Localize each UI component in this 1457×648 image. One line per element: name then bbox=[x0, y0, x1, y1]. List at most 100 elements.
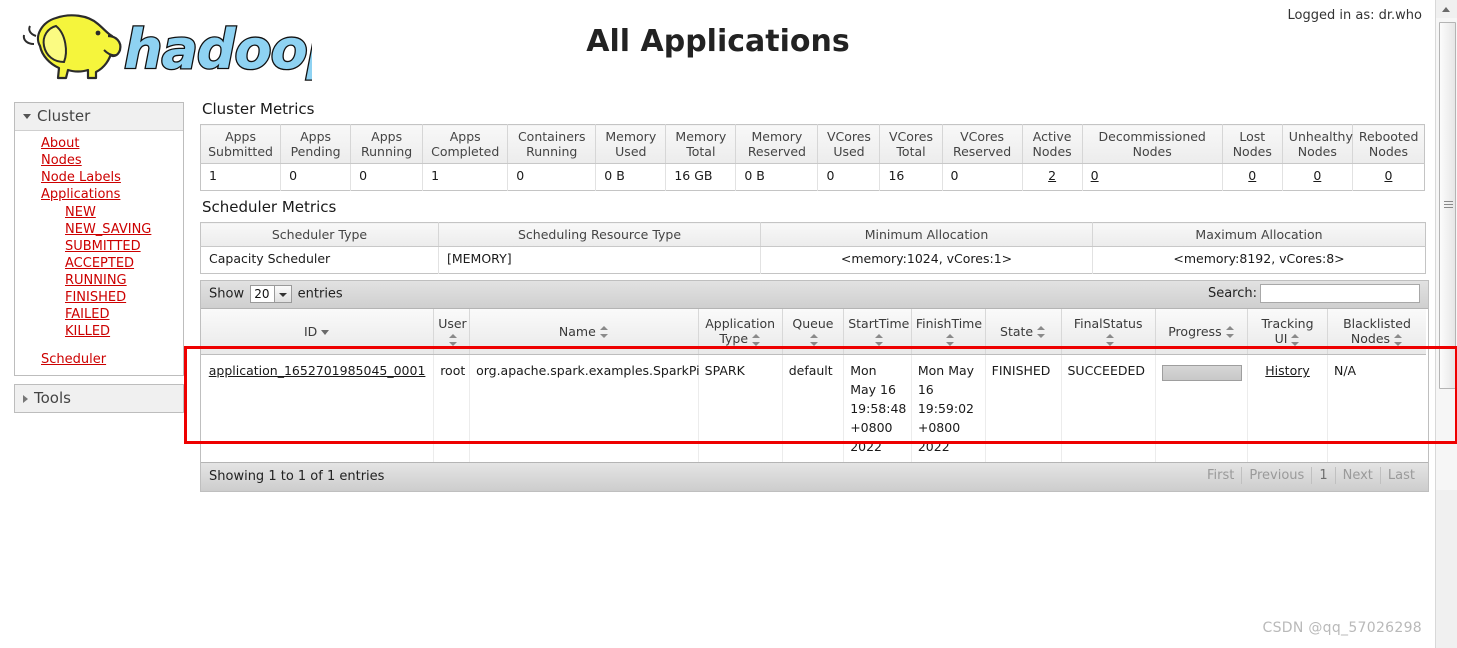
decommissioned-nodes-link[interactable]: 0 bbox=[1091, 168, 1099, 183]
col-queue[interactable]: Queue bbox=[782, 309, 845, 355]
sidebar-item-new[interactable]: NEW bbox=[65, 205, 96, 220]
cell-queue: default bbox=[782, 354, 845, 462]
col-memory-total: Memory Total bbox=[665, 124, 737, 164]
sidebar-item-applications[interactable]: Applications bbox=[41, 187, 120, 202]
pagination-first[interactable]: First bbox=[1200, 467, 1241, 484]
cell-application-type: SPARK bbox=[698, 354, 783, 462]
cell-apps-running: 0 bbox=[350, 163, 424, 191]
col-maximum-allocation: Maximum Allocation bbox=[1092, 222, 1426, 247]
list-item: RUNNING bbox=[65, 273, 183, 289]
sidebar-item-finished[interactable]: FINISHED bbox=[65, 290, 126, 305]
sort-both-icon bbox=[945, 333, 955, 346]
cell-maximum-allocation: <memory:8192, vCores:8> bbox=[1173, 251, 1345, 266]
datatable-info: Showing 1 to 1 of 1 entries bbox=[209, 469, 385, 484]
application-id-link[interactable]: application_1652701985045_0001 bbox=[209, 363, 426, 378]
pagination-page-1[interactable]: 1 bbox=[1311, 467, 1334, 484]
col-id[interactable]: ID bbox=[201, 309, 435, 355]
sidebar-item-node-labels[interactable]: Node Labels bbox=[41, 170, 121, 185]
sidebar-tools-block: Tools bbox=[14, 384, 184, 413]
cell-finalstatus: SUCCEEDED bbox=[1061, 354, 1156, 462]
tracking-ui-link[interactable]: History bbox=[1265, 363, 1309, 378]
sidebar-item-killed[interactable]: KILLED bbox=[65, 324, 110, 339]
scheduler-metrics-title: Scheduler Metrics bbox=[202, 198, 337, 216]
sort-both-icon bbox=[1225, 326, 1235, 338]
cell-progress bbox=[1155, 354, 1249, 462]
cell-apps-completed: 1 bbox=[422, 163, 509, 191]
sidebar-item-failed[interactable]: FAILED bbox=[65, 307, 109, 322]
col-name[interactable]: Name bbox=[469, 309, 699, 355]
table-row[interactable]: application_1652701985045_0001 root org.… bbox=[201, 354, 1426, 462]
logged-in-label: Logged in as: dr.who bbox=[1287, 8, 1422, 23]
rebooted-nodes-link[interactable]: 0 bbox=[1384, 168, 1392, 183]
cell-state: FINISHED bbox=[985, 354, 1062, 462]
chevron-right-icon bbox=[23, 394, 28, 403]
col-user[interactable]: User bbox=[433, 309, 471, 355]
sidebar-app-states: NEW NEW_SAVING SUBMITTED ACCEPTED RUNNIN… bbox=[41, 205, 183, 340]
cluster-metrics-table: Apps Submitted Apps Pending Apps Running Ap… bbox=[200, 124, 1425, 191]
cell-rebooted-nodes: 0 bbox=[1352, 164, 1424, 191]
entries-label: entries bbox=[297, 286, 343, 302]
sidebar-item-about[interactable]: About bbox=[41, 136, 79, 151]
cell-memory-total: 16 GB bbox=[665, 163, 737, 191]
sidebar-item-scheduler[interactable]: Scheduler bbox=[41, 352, 106, 367]
sidebar-item-accepted[interactable]: ACCEPTED bbox=[65, 256, 134, 271]
lost-nodes-link[interactable]: 0 bbox=[1248, 168, 1256, 183]
sidebar-cluster-header[interactable]: Cluster bbox=[15, 103, 183, 131]
col-finalstatus[interactable]: FinalStatus bbox=[1061, 309, 1156, 355]
browser-scrollbar[interactable] bbox=[1435, 0, 1457, 648]
col-starttime[interactable]: StartTime bbox=[843, 309, 912, 355]
chevron-down-icon bbox=[273, 286, 291, 302]
sidebar-item-running[interactable]: RUNNING bbox=[65, 273, 127, 288]
col-finishtime[interactable]: FinishTime bbox=[911, 309, 986, 355]
active-nodes-link[interactable]: 2 bbox=[1048, 168, 1056, 183]
col-state[interactable]: State bbox=[985, 309, 1062, 355]
watermark-label: CSDN @qq_57026298 bbox=[1262, 620, 1422, 636]
sidebar-tools-label: Tools bbox=[34, 389, 71, 407]
sidebar-item-nodes[interactable]: Nodes bbox=[41, 153, 82, 168]
chevron-down-icon bbox=[23, 114, 31, 119]
col-application-type[interactable]: Application Type bbox=[698, 309, 783, 355]
unhealthy-nodes-link[interactable]: 0 bbox=[1313, 168, 1321, 183]
cell-vcores-reserved: 0 bbox=[942, 163, 1023, 191]
col-tracking-ui[interactable]: Tracking UI bbox=[1247, 309, 1328, 355]
pagination-next[interactable]: Next bbox=[1334, 467, 1380, 484]
list-item: KILLED bbox=[65, 324, 183, 340]
sort-both-icon bbox=[449, 333, 458, 346]
sidebar-cluster-label: Cluster bbox=[37, 107, 91, 125]
entries-select[interactable]: 20 bbox=[250, 285, 292, 303]
sort-both-icon bbox=[1037, 326, 1046, 338]
cell-tracking-ui: History bbox=[1247, 354, 1328, 462]
scrollbar-thumb[interactable] bbox=[1439, 22, 1456, 389]
entries-select-value: 20 bbox=[254, 287, 270, 301]
col-minimum-allocation: Minimum Allocation bbox=[760, 222, 1093, 247]
col-apps-completed: Apps Completed bbox=[422, 124, 509, 164]
datatable-toolbar: Show 20 entries Search: bbox=[201, 281, 1428, 309]
sidebar-cluster-list: About Nodes Node Labels Applications NEW… bbox=[15, 136, 183, 368]
col-progress[interactable]: Progress bbox=[1155, 309, 1249, 355]
pagination-last[interactable]: Last bbox=[1379, 467, 1422, 484]
search-input[interactable] bbox=[1260, 284, 1420, 303]
col-vcores-total: VCores Total bbox=[879, 124, 943, 164]
cell-name: org.apache.spark.examples.SparkPi bbox=[469, 354, 700, 462]
cell-unhealthy-nodes: 0 bbox=[1282, 163, 1353, 191]
list-item: NEW bbox=[65, 205, 183, 221]
cell-user: root bbox=[433, 354, 471, 462]
col-blacklisted-nodes[interactable]: Blacklisted Nodes bbox=[1327, 309, 1426, 355]
cell-finishtime: Mon May 16 19:59:02 +0800 2022 bbox=[911, 354, 986, 462]
sidebar-item-new-saving[interactable]: NEW_SAVING bbox=[65, 222, 151, 237]
cell-apps-pending: 0 bbox=[280, 163, 352, 191]
col-decommissioned-nodes: Decommissioned Nodes bbox=[1082, 124, 1223, 164]
sidebar-item-submitted[interactable]: SUBMITTED bbox=[65, 239, 141, 254]
table-header-row: Scheduler Type Scheduling Resource Type … bbox=[200, 222, 1426, 247]
cell-scheduler-type: Capacity Scheduler bbox=[200, 246, 439, 274]
cell-starttime: Mon May 16 19:58:48 +0800 2022 bbox=[843, 354, 912, 462]
show-label: Show bbox=[209, 286, 245, 302]
pagination-previous[interactable]: Previous bbox=[1241, 467, 1311, 484]
scrollbar-up-arrow-icon[interactable] bbox=[1436, 0, 1457, 18]
col-memory-used: Memory Used bbox=[595, 124, 667, 164]
cell-vcores-total: 16 bbox=[879, 163, 943, 191]
main-content: Cluster Metrics Apps Submitted Apps Pendin… bbox=[200, 96, 1429, 492]
sidebar-tools-header[interactable]: Tools bbox=[15, 385, 183, 412]
col-unhealthy-nodes: Unhealthy Nodes bbox=[1282, 124, 1353, 164]
col-apps-pending: Apps Pending bbox=[280, 124, 352, 164]
